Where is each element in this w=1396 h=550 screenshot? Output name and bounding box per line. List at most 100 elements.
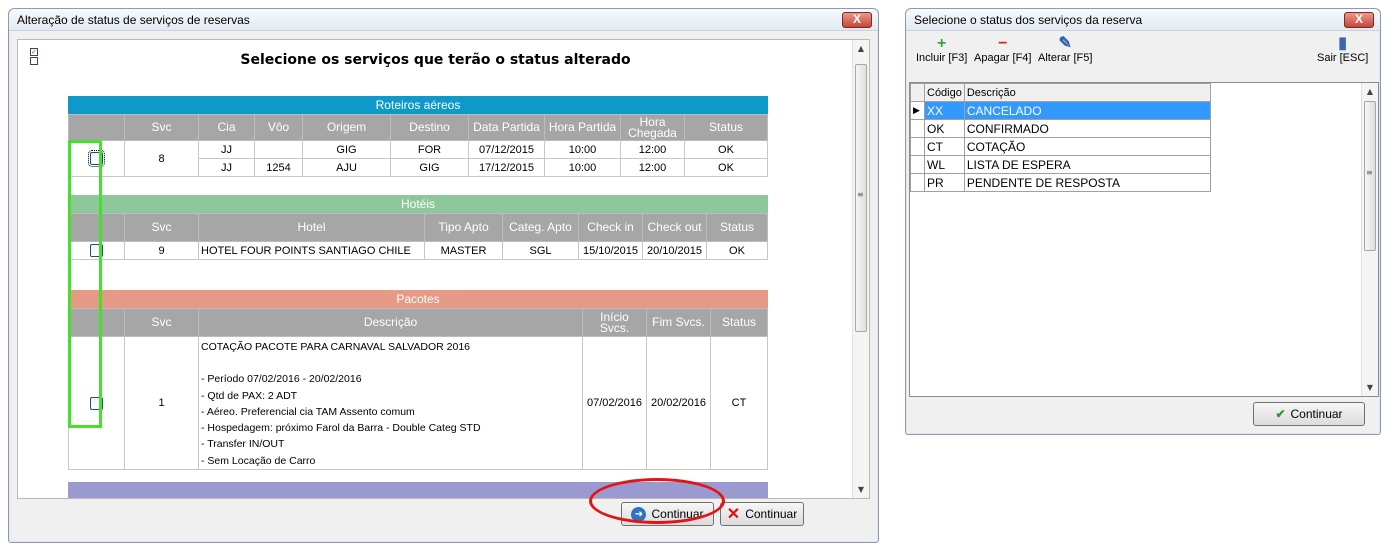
list-item[interactable]: ▶ XX CANCELADO [910,101,1211,120]
edit-button[interactable]: ✎ Alterar [F5] [1038,35,1093,65]
status-code: CT [924,137,965,156]
status-code: OK [924,119,965,138]
include-label: Incluir [F3] [916,52,968,64]
exit-button[interactable]: ▮ Sair [ESC] [1317,35,1369,65]
header-hora-chegada: Hora Chegada [620,114,685,141]
cell: 12:00 [620,158,685,177]
main-close-button[interactable]: X [842,12,872,28]
exit-label: Sair [ESC] [1317,52,1369,64]
cell: 1 [124,335,199,471]
cell: 17/12/2015 [468,158,545,177]
cell: MASTER [424,241,503,260]
page-heading: Selecione os serviços que terão o status… [240,52,631,68]
status-toolbar: + Incluir [F3] − Apagar [F4] ✎ Alterar [… [906,32,1380,76]
list-item[interactable]: WL LISTA DE ESPERA [910,155,1211,174]
main-window-titlebar: Alteração de status de serviços de reser… [9,9,878,31]
svc-cell: 8 [124,140,199,177]
description-line: - Sem Locação de Carro [201,454,316,467]
cell: OK [706,241,768,260]
header-status: Status [706,213,768,242]
grip-icon: ≡ [857,190,864,199]
include-button[interactable]: + Incluir [F3] [916,36,968,65]
header-cia: Cia [198,114,255,141]
description-line: - Período 07/02/2016 - 20/02/2016 [201,373,362,386]
edit-label: Alterar [F5] [1038,52,1093,64]
cell: OK [684,158,768,177]
status-description: CONFIRMADO [963,119,1211,138]
description-line: - Transfer IN/OUT [201,438,285,451]
description-line: - Hospedagem: próximo Farol da Barra - D… [201,422,481,435]
grip-icon: ≡ [1366,168,1373,177]
list-item[interactable]: PR PENDENTE DE RESPOSTA [910,173,1211,192]
scroll-up-icon[interactable]: ▲ [1362,83,1378,100]
cell: 12:00 [620,140,685,159]
list-item[interactable]: CT COTAÇÃO [910,137,1211,156]
continue-highlight-oval [589,478,725,524]
status-description: PENDENTE DE RESPOSTA [963,173,1211,192]
cell: GIG [302,140,391,159]
row-indicator [910,155,925,174]
flights-band: Roteiros aéreos [68,96,768,114]
header-descricao: Descrição [963,83,1211,102]
status-code: XX [924,101,965,120]
header-svc: Svc [124,308,199,337]
row-indicator-header [910,83,925,102]
status-continue-button[interactable]: ✔ Continuar [1253,402,1365,426]
scroll-up-icon[interactable]: ▲ [853,40,869,57]
status-scrollbar[interactable]: ▲ ≡ ▼ [1361,83,1378,396]
row-pointer-icon: ▶ [910,101,925,120]
cell: 20/02/2016 [646,335,711,471]
header-origem: Origem [302,114,391,141]
checkmark-icon: ✔ [1275,407,1286,421]
header-fim-svcs: Fim Svcs. [646,308,711,337]
scroll-down-icon[interactable]: ▼ [1362,379,1378,396]
packages-table: Svc Descrição Início Svcs. Fim Svcs. Sta… [68,308,768,471]
header-destino: Destino [390,114,469,141]
header-hora-partida: Hora Partida [544,114,621,141]
vertical-scrollbar[interactable]: ▲ ≡ ▼ [852,40,869,498]
list-item[interactable]: OK CONFIRMADO [910,119,1211,138]
cancel-button[interactable]: ✕ Continuar [720,502,804,526]
status-window-titlebar: Selecione o status dos serviços da reser… [906,9,1380,31]
flights-table: Svc Cia Vôo Origem Destino Data Partida … [68,114,768,177]
description-line: - Qtd de PAX: 2 ADT [201,389,298,402]
header-categ-apto: Categ. Apto [502,213,579,242]
status-close-button[interactable]: X [1344,12,1374,28]
hotels-table: Svc Hotel Tipo Apto Categ. Apto Check in… [68,213,768,260]
cell: 1254 [254,158,303,177]
edit-icon: ✎ [1058,35,1072,52]
table-row: 8 JJ GIG FOR 07/12/2015 10:00 12:00 OK [68,140,768,177]
header-codigo: Código [924,83,965,102]
status-code: PR [924,173,965,192]
exit-door-icon: ▮ [1338,35,1348,52]
description-line: COTAÇÃO PACOTE PARA CARNAVAL SALVADOR 20… [201,341,470,353]
status-list: Código Descrição ▶ XX CANCELADO OK CONFI… [909,82,1379,397]
table-row: 9 HOTEL FOUR POINTS SANTIAGO CHILE MASTE… [68,241,768,260]
main-window-title: Alteração de status de serviços de reser… [17,13,250,27]
row-indicator [910,173,925,192]
cell: FOR [390,140,469,159]
header-inicio-svcs: Início Svcs. [582,308,647,337]
cell: 15/10/2015 [578,241,643,260]
header-svc: Svc [124,114,199,141]
package-description: COTAÇÃO PACOTE PARA CARNAVAL SALVADOR 20… [198,335,583,471]
status-continue-label: Continuar [1290,407,1343,421]
cell: HOTEL FOUR POINTS SANTIAGO CHILE [198,241,425,260]
header-check-out: Check out [642,213,707,242]
status-description: LISTA DE ESPERA [963,155,1211,174]
row-indicator [910,119,925,138]
cell: 07/12/2015 [468,140,545,159]
header-svc: Svc [124,213,199,242]
status-table: Código Descrição ▶ XX CANCELADO OK CONFI… [910,83,1211,192]
packages-band: Pacotes [68,290,768,308]
header-hotel: Hotel [198,213,425,242]
status-description: CANCELADO [963,101,1211,120]
delete-button[interactable]: − Apagar [F4] [974,36,1032,65]
header-check-in: Check in [578,213,643,242]
scroll-down-icon[interactable]: ▼ [853,481,869,498]
header-tipo-apto: Tipo Apto [424,213,503,242]
table-row: 1 COTAÇÃO PACOTE PARA CARNAVAL SALVADOR … [68,335,768,471]
status-header-row: Código Descrição [910,83,1211,102]
delete-label: Apagar [F4] [974,52,1032,64]
services-panel: ✓ Selecione os serviços que terão o stat… [17,39,870,499]
